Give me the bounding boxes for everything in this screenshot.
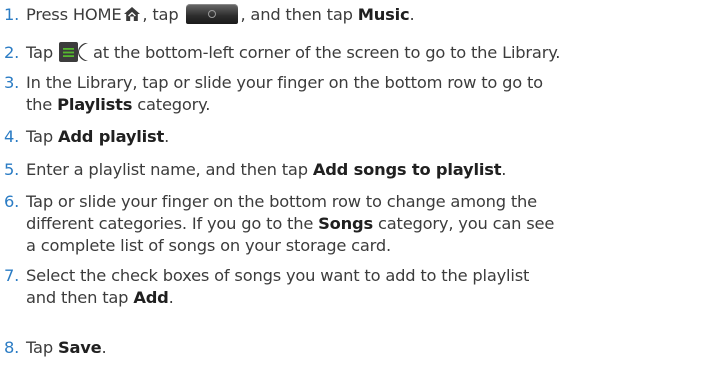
instruction-list: 1. Press HOME, tap, and then tap Music. … xyxy=(0,0,726,367)
step-text-part: Tap xyxy=(26,43,53,62)
step-text-part: , tap xyxy=(142,5,179,24)
keyword-save: Save xyxy=(57,338,102,357)
step-text: Tap Save. xyxy=(26,337,726,359)
step-number: 1. xyxy=(4,5,20,24)
step-number: 7. xyxy=(4,266,20,285)
step-text-part: Tap xyxy=(26,127,53,146)
step-text-part: at the bottom-left corner of the screen … xyxy=(92,43,561,62)
step-text-part: , and then tap xyxy=(240,5,353,24)
step-number: 4. xyxy=(4,127,20,146)
step-text-part: Enter a playlist name, and then tap xyxy=(26,160,308,179)
step-text-part: . xyxy=(164,127,170,146)
keyword-add: Add xyxy=(133,288,169,307)
step-text-part: category, you can see xyxy=(378,214,555,233)
launcher-tab-icon xyxy=(186,4,239,24)
step-number: 6. xyxy=(4,192,20,211)
library-menu-icon xyxy=(58,42,89,62)
home-icon xyxy=(123,6,141,22)
step-text-line: Select the check boxes of songs you want… xyxy=(26,266,530,285)
step-text-line: Tap or slide your finger on the bottom r… xyxy=(26,192,537,211)
keyword-songs: Songs xyxy=(318,214,374,233)
step-text: Enter a playlist name, and then tap Add … xyxy=(26,159,726,181)
step-text-part: . xyxy=(101,338,107,357)
step-text-line: a complete list of songs on your storage… xyxy=(26,236,391,255)
step-text: Tap Add playlist. xyxy=(26,126,726,148)
step-text-line: In the Library, tap or slide your finger… xyxy=(26,73,543,92)
step-text: In the Library, tap or slide your finger… xyxy=(26,72,726,116)
step-number: 2. xyxy=(4,43,20,62)
step-text: Press HOME , tap , and then tap Music. xyxy=(26,4,726,26)
step-text-part: different categories. If you go to the xyxy=(26,214,314,233)
step-text-part: category. xyxy=(137,95,211,114)
keyword-add-songs-to-playlist: Add songs to playlist xyxy=(312,160,502,179)
step-text-part: . xyxy=(168,288,174,307)
keyword-music: Music xyxy=(357,5,410,24)
keyword-playlists: Playlists xyxy=(57,95,133,114)
step-text-part: Press HOME xyxy=(26,5,122,24)
step-number: 3. xyxy=(4,73,20,92)
step-text: Tap at the bottom-left corner of the scre… xyxy=(26,42,726,64)
step-text: Tap or slide your finger on the bottom r… xyxy=(26,191,726,257)
step-number: 8. xyxy=(4,338,20,357)
keyword-add-playlist: Add playlist xyxy=(57,127,165,146)
step-text-part: and then tap xyxy=(26,288,129,307)
step-text-part: . xyxy=(501,160,507,179)
step-text-part: . xyxy=(409,5,415,24)
step-text: Select the check boxes of songs you want… xyxy=(26,265,726,309)
step-number: 5. xyxy=(4,160,20,179)
step-text-part: the xyxy=(26,95,53,114)
step-text-part: Tap xyxy=(26,338,53,357)
